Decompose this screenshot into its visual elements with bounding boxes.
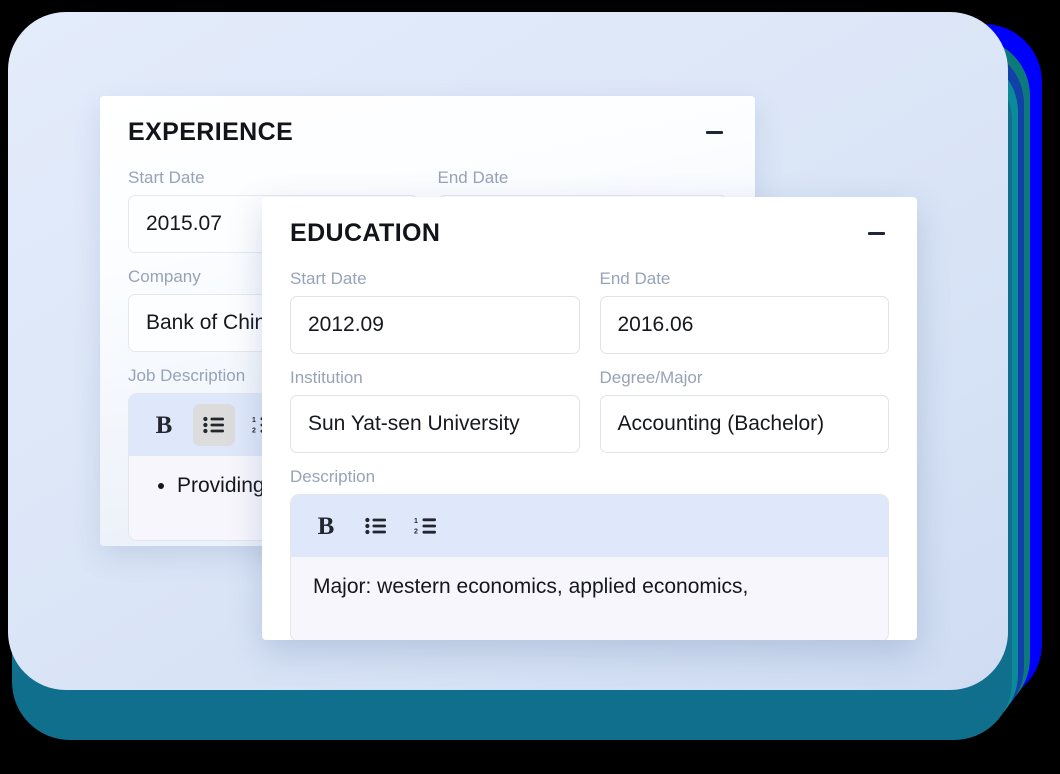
education-degree-major-input[interactable]: Accounting (Bachelor) (599, 395, 889, 453)
education-start-date-label: Start Date (290, 269, 367, 288)
education-collapse-button[interactable] (863, 220, 889, 246)
education-field-start-date: Start Date 2012.09 (290, 269, 580, 354)
education-description-label: Description (290, 467, 376, 486)
education-degree-major-label: Degree/Major (599, 368, 703, 387)
education-editor-toolbar: B 1 2 (291, 495, 888, 557)
education-card-header: EDUCATION (290, 197, 889, 269)
bullet-list-icon[interactable] (193, 404, 235, 446)
bold-icon[interactable]: B (143, 404, 185, 446)
education-institution-row: Institution Sun Yat-sen University Degre… (290, 368, 889, 453)
experience-card-header: EXPERIENCE (128, 96, 727, 168)
screenshot-stage: EXPERIENCE Start Date 2015.07 End Date C… (0, 0, 1060, 774)
education-field-degree-major: Degree/Major Accounting (Bachelor) (599, 368, 889, 453)
experience-end-date-label: End Date (437, 168, 509, 187)
education-description-editor: B 1 2 Major: western economics, applied … (290, 494, 889, 640)
education-field-institution: Institution Sun Yat-sen University (290, 368, 580, 453)
education-end-date-input[interactable]: 2016.06 (599, 296, 889, 354)
experience-title: EXPERIENCE (128, 117, 294, 146)
education-title: EDUCATION (290, 218, 441, 247)
minus-icon (705, 130, 723, 134)
minus-icon (867, 231, 885, 235)
education-start-date-input[interactable]: 2012.09 (290, 296, 580, 354)
svg-text:1: 1 (414, 518, 418, 525)
experience-collapse-button[interactable] (701, 119, 727, 145)
education-editor-body[interactable]: Major: western economics, applied econom… (291, 557, 888, 640)
education-description-group: Description B 1 2 Major: western economi… (290, 467, 889, 640)
svg-text:2: 2 (414, 528, 418, 535)
education-field-end-date: End Date 2016.06 (599, 269, 889, 354)
education-end-date-label: End Date (599, 269, 671, 288)
numbered-list-icon[interactable]: 1 2 (405, 505, 447, 547)
bold-icon[interactable]: B (305, 505, 347, 547)
bullet-list-icon[interactable] (355, 505, 397, 547)
experience-start-date-label: Start Date (128, 168, 205, 187)
education-description-text: Major: western economics, applied econom… (313, 575, 749, 598)
education-institution-input[interactable]: Sun Yat-sen University (290, 395, 580, 453)
education-date-row: Start Date 2012.09 End Date 2016.06 (290, 269, 889, 354)
svg-text:2: 2 (252, 427, 256, 434)
education-institution-label: Institution (290, 368, 363, 387)
education-card: EDUCATION Start Date 2012.09 End Date 20… (262, 197, 917, 640)
svg-text:1: 1 (252, 417, 256, 424)
